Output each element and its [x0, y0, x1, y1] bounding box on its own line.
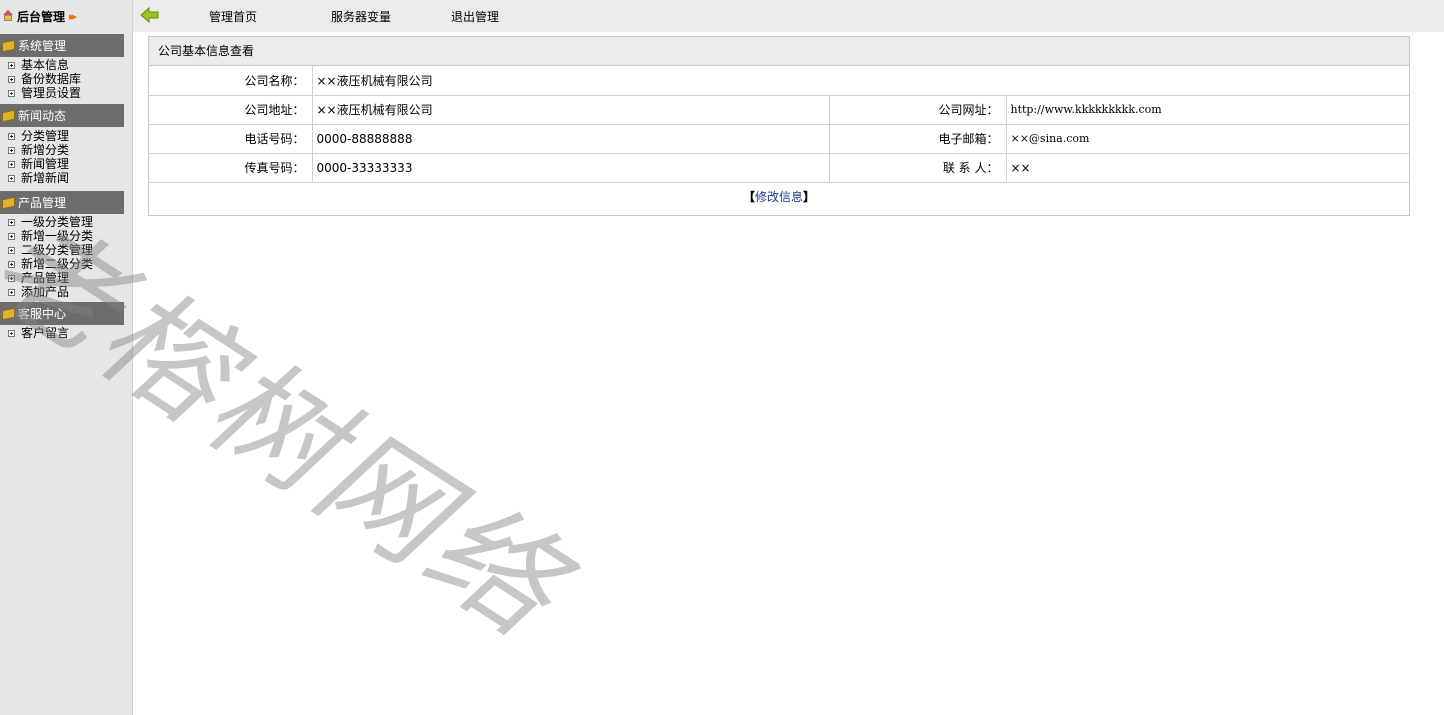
sidebar-item-label: 产品管理 [21, 271, 70, 285]
sidebar-item-news-manage[interactable]: 新闻管理 [0, 157, 124, 171]
section-header-system[interactable]: 系统管理 [0, 34, 124, 57]
table-row: 公司名称： ××液压机械有限公司 [149, 66, 1409, 95]
expand-icon [8, 232, 15, 240]
actions-cell: 【修改信息】 [149, 181, 1409, 211]
sidebar-item-customer-messages[interactable]: 客户留言 [0, 326, 124, 340]
back-arrow-icon[interactable] [140, 5, 160, 25]
expand-icon [8, 288, 15, 296]
sidebar-item-level2-manage[interactable]: 二级分类管理 [0, 243, 124, 257]
folder-icon [2, 307, 15, 320]
sidebar-item-label: 新闻管理 [21, 157, 70, 171]
sidebar-item-add-level2[interactable]: 新增二级分类 [0, 257, 124, 271]
sidebar-section-service: 客服中心 客户留言 [0, 302, 124, 340]
address-label: 公司地址： [149, 94, 313, 124]
brand-header: 后台管理 ▸▸ [0, 0, 132, 32]
sidebar-item-label: 新增分类 [21, 143, 70, 157]
phone-label: 电话号码： [149, 123, 313, 153]
company-info-panel: 公司基本信息查看 公司名称： ××液压机械有限公司 公司地址： ××液压机械有限… [148, 36, 1410, 216]
panel-title: 公司基本信息查看 [149, 37, 1409, 66]
sidebar-item-label: 二级分类管理 [21, 243, 94, 257]
sidebar-section-system: 系统管理 基本信息 备份数据库 管理员设置 [0, 34, 124, 100]
sidebar-item-admin[interactable]: 管理员设置 [0, 86, 124, 100]
home-icon [2, 10, 14, 22]
sidebar-item-category-manage[interactable]: 分类管理 [0, 129, 124, 143]
sidebar-item-label: 添加产品 [21, 285, 70, 299]
sidebar-item-add-product[interactable]: 添加产品 [0, 285, 124, 299]
expand-icon [8, 329, 15, 337]
sidebar-item-label: 新增二级分类 [21, 257, 94, 271]
bracket-open: 【 [742, 190, 755, 205]
website-value: http://www.kkkkkkkkk.com [1006, 94, 1409, 124]
table-row: 【修改信息】 [149, 181, 1409, 211]
section-header-news[interactable]: 新闻动态 [0, 104, 124, 127]
company-info-table: 公司名称： ××液压机械有限公司 公司地址： ××液压机械有限公司 公司网址： … [149, 66, 1409, 211]
sidebar-item-label: 管理员设置 [21, 86, 82, 100]
section-title: 新闻动态 [18, 109, 67, 123]
sidebar: 后台管理 ▸▸ 系统管理 基本信息 备份数据库 管理员设置 新闻动态 分类管理 … [0, 0, 133, 715]
expand-icon [8, 61, 15, 69]
sidebar-item-product-manage[interactable]: 产品管理 [0, 271, 124, 285]
expand-icon [8, 146, 15, 154]
expand-icon [8, 89, 15, 97]
expand-icon [8, 218, 15, 226]
expand-icon [8, 274, 15, 282]
sidebar-item-label: 客户留言 [21, 326, 70, 340]
email-value: ××@sina.com [1006, 123, 1409, 153]
expand-icon [8, 75, 15, 83]
sidebar-item-backup[interactable]: 备份数据库 [0, 72, 124, 86]
sidebar-item-level1-manage[interactable]: 一级分类管理 [0, 215, 124, 229]
sidebar-section-news: 新闻动态 分类管理 新增分类 新闻管理 新增新闻 [0, 104, 124, 185]
sidebar-section-products: 产品管理 一级分类管理 新增一级分类 二级分类管理 新增二级分类 产品管理 添加… [0, 191, 124, 299]
top-nav: 管理首页 服务器变量 退出管理 [133, 0, 1444, 32]
sidebar-item-label: 新增新闻 [21, 171, 70, 185]
table-row: 电话号码： 0000-88888888 电子邮箱： ××@sina.com [149, 123, 1409, 153]
sidebar-item-add-news[interactable]: 新增新闻 [0, 171, 124, 185]
table-row: 公司地址： ××液压机械有限公司 公司网址： http://www.kkkkkk… [149, 94, 1409, 124]
sidebar-item-add-category[interactable]: 新增分类 [0, 143, 124, 157]
bracket-close: 】 [803, 190, 816, 205]
sidebar-item-label: 一级分类管理 [21, 215, 94, 229]
email-label: 电子邮箱： [829, 123, 1007, 153]
address-value: ××液压机械有限公司 [312, 94, 830, 124]
contact-label: 联 系 人： [829, 152, 1007, 182]
company-name-value: ××液压机械有限公司 [316, 73, 433, 88]
brand-title: 后台管理 [17, 9, 66, 24]
section-title: 系统管理 [18, 39, 67, 53]
edit-info-link[interactable]: 修改信息 [755, 190, 803, 204]
sidebar-item-label: 基本信息 [21, 58, 70, 72]
phone-value: 0000-88888888 [312, 123, 830, 153]
section-header-service[interactable]: 客服中心 [0, 302, 124, 325]
sidebar-item-label: 备份数据库 [21, 72, 82, 86]
section-header-products[interactable]: 产品管理 [0, 191, 124, 214]
sidebar-item-label: 新增一级分类 [21, 229, 94, 243]
double-arrow-icon: ▸▸ [69, 9, 77, 23]
sidebar-item-label: 分类管理 [21, 129, 70, 143]
expand-icon [8, 246, 15, 254]
folder-icon [2, 39, 15, 52]
nav-admin-home[interactable]: 管理首页 [209, 8, 257, 25]
nav-server-variables[interactable]: 服务器变量 [331, 8, 391, 25]
folder-icon [2, 109, 15, 122]
company-name-label: 公司名称： [149, 66, 313, 95]
expand-icon [8, 160, 15, 168]
contact-value: ×× [1006, 152, 1409, 182]
table-row: 传真号码： 0000-33333333 联 系 人： ×× [149, 152, 1409, 182]
sidebar-item-add-level1[interactable]: 新增一级分类 [0, 229, 124, 243]
nav-logout[interactable]: 退出管理 [451, 8, 499, 25]
fax-value: 0000-33333333 [312, 152, 830, 182]
folder-icon [2, 196, 15, 209]
section-title: 产品管理 [18, 196, 67, 210]
expand-icon [8, 260, 15, 268]
website-label: 公司网址： [829, 94, 1007, 124]
expand-icon [8, 174, 15, 182]
sidebar-item-basic-info[interactable]: 基本信息 [0, 58, 124, 72]
expand-icon [8, 132, 15, 140]
section-title: 客服中心 [18, 307, 67, 321]
fax-label: 传真号码： [149, 152, 313, 182]
